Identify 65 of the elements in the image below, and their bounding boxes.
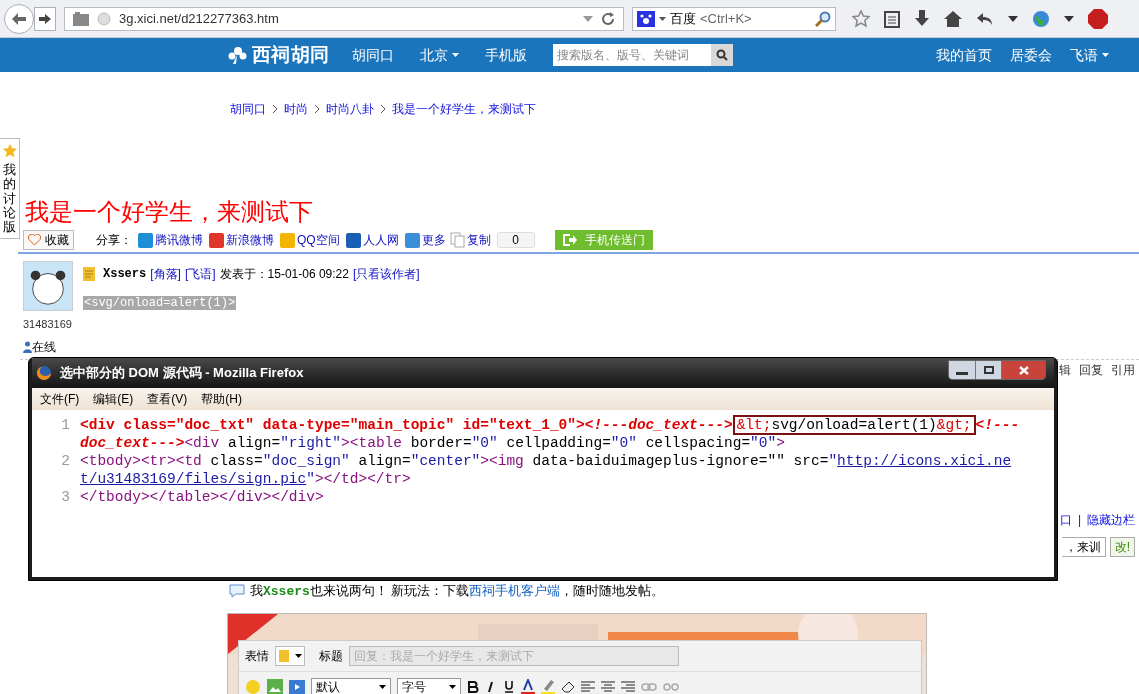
search-placeholder: 搜索版名、版号、关键词	[555, 47, 690, 64]
line-number: 2	[60, 452, 71, 471]
share-link[interactable]: 腾讯微博	[138, 231, 203, 249]
author-link[interactable]: [角落]	[150, 265, 181, 283]
size-select[interactable]: 字号	[397, 677, 461, 694]
menu-item[interactable]: 帮助(H)	[201, 390, 242, 408]
breadcrumb-link[interactable]: 时尚八卦	[326, 100, 374, 118]
author-link[interactable]: [飞语]	[184, 265, 216, 283]
line-number: 3	[60, 488, 71, 506]
nav-link[interactable]: 手机版	[484, 44, 527, 66]
window-title: 选中部分的 DOM 源代码 - Mozilla Firefox	[60, 364, 305, 383]
search-engine-label: 百度	[670, 9, 696, 28]
share-link[interactable]: 更多	[404, 231, 446, 249]
reply-value: ，来训	[1064, 538, 1101, 556]
post-action-link[interactable]: 辑	[1059, 360, 1071, 379]
nav-link[interactable]: 北京	[419, 44, 459, 66]
favorite-button[interactable]: 收藏	[23, 230, 74, 250]
copy-link[interactable]: 复制	[449, 231, 491, 249]
share-link[interactable]: QQ空间	[280, 231, 340, 249]
share-label: 分享：	[96, 232, 132, 249]
site-logo[interactable]: 西祠胡同	[252, 40, 330, 70]
author-name[interactable]: Xssers	[103, 265, 147, 283]
menu-item[interactable]: 文件(F)	[40, 390, 80, 408]
online-status: 在线	[23, 337, 83, 356]
nav-link[interactable]: 居委会	[1010, 44, 1052, 66]
code-line: <div class="doc_txt" data-type="main_topic" id="text_1_0"><!---doc_text---> &lt;svg/onload=alert(1)&gt; <!---doc_text---><div align="right"><table border="0" cellpadding="0" cellspacing="0">	[80, 416, 1021, 452]
nav-link[interactable]: 飞语	[1070, 44, 1109, 66]
title-label: 标题	[319, 648, 343, 665]
post-time: 发表于：15-01-06 09:22	[219, 266, 349, 283]
post-action-link[interactable]: 引用	[1111, 360, 1135, 379]
post-content: <svg/onload=alert(1)>	[83, 296, 237, 310]
side-tab-label: 我的讨论版	[3, 163, 16, 235]
side-tab[interactable]: 我的讨论版	[0, 138, 20, 240]
share-link[interactable]: 人人网	[345, 231, 399, 249]
sidebar-link[interactable]: 隐藏边栏	[1087, 510, 1135, 529]
post-action-link[interactable]: 回复	[1079, 360, 1103, 379]
comment-prompt: 我Xssers也来说两句！ 新玩法：下载西祠手机客户端，随时随地发帖。	[250, 581, 665, 601]
nav-link[interactable]: 我的首页	[936, 44, 992, 66]
search-placeholder: <Ctrl+K>	[700, 9, 753, 28]
breadcrumb-link[interactable]: 我是一个好学生，来测试下	[392, 100, 536, 118]
submit-button[interactable]: 改!	[1109, 536, 1135, 557]
share-link[interactable]: 新浪微博	[209, 231, 274, 249]
font-select[interactable]: 默认	[311, 677, 391, 694]
menu-item[interactable]: 查看(V)	[147, 390, 188, 408]
emotion-label: 表情	[245, 648, 269, 665]
user-id: 31483169	[23, 317, 73, 332]
highlight-box: &lt;svg/onload=alert(1)&gt;	[732, 415, 976, 435]
search-field[interactable]: 百度 <Ctrl+K>	[632, 6, 836, 31]
share-count: 0	[496, 232, 535, 248]
author-only-link[interactable]: [只看该作者]	[352, 265, 420, 283]
breadcrumb-link[interactable]: 时尚	[284, 100, 308, 118]
app-link[interactable]: 西祠手机客户端	[469, 582, 561, 598]
site-search-field[interactable]: 搜索版名、版号、关键词	[552, 44, 733, 66]
address-field[interactable]: 3g.xici.net/d212277363.htm	[64, 6, 624, 31]
page-title: 我是一个好学生，来测试下	[25, 198, 313, 226]
sidebar-link[interactable]: |	[1077, 510, 1081, 529]
url-text: 3g.xici.net/d212277363.htm	[119, 9, 280, 28]
code-line: </tbody></table></div></div>	[80, 488, 325, 506]
reply-field[interactable]: ，来训	[1061, 536, 1106, 557]
nav-link[interactable]: 胡同口	[351, 44, 394, 66]
breadcrumb-link[interactable]: 胡同口	[230, 100, 266, 118]
sidebar-link[interactable]: 口	[1059, 510, 1072, 529]
menu-item[interactable]: 编辑(E)	[93, 390, 134, 408]
line-number: 1	[60, 416, 71, 435]
code-line: <tbody><tr><td class="doc_sign" align="center"><img data-baiduimageplus-ignore="" src="http://icons.xici.net/u31483169/files/sign.pic"></td></tr>	[80, 452, 1013, 488]
